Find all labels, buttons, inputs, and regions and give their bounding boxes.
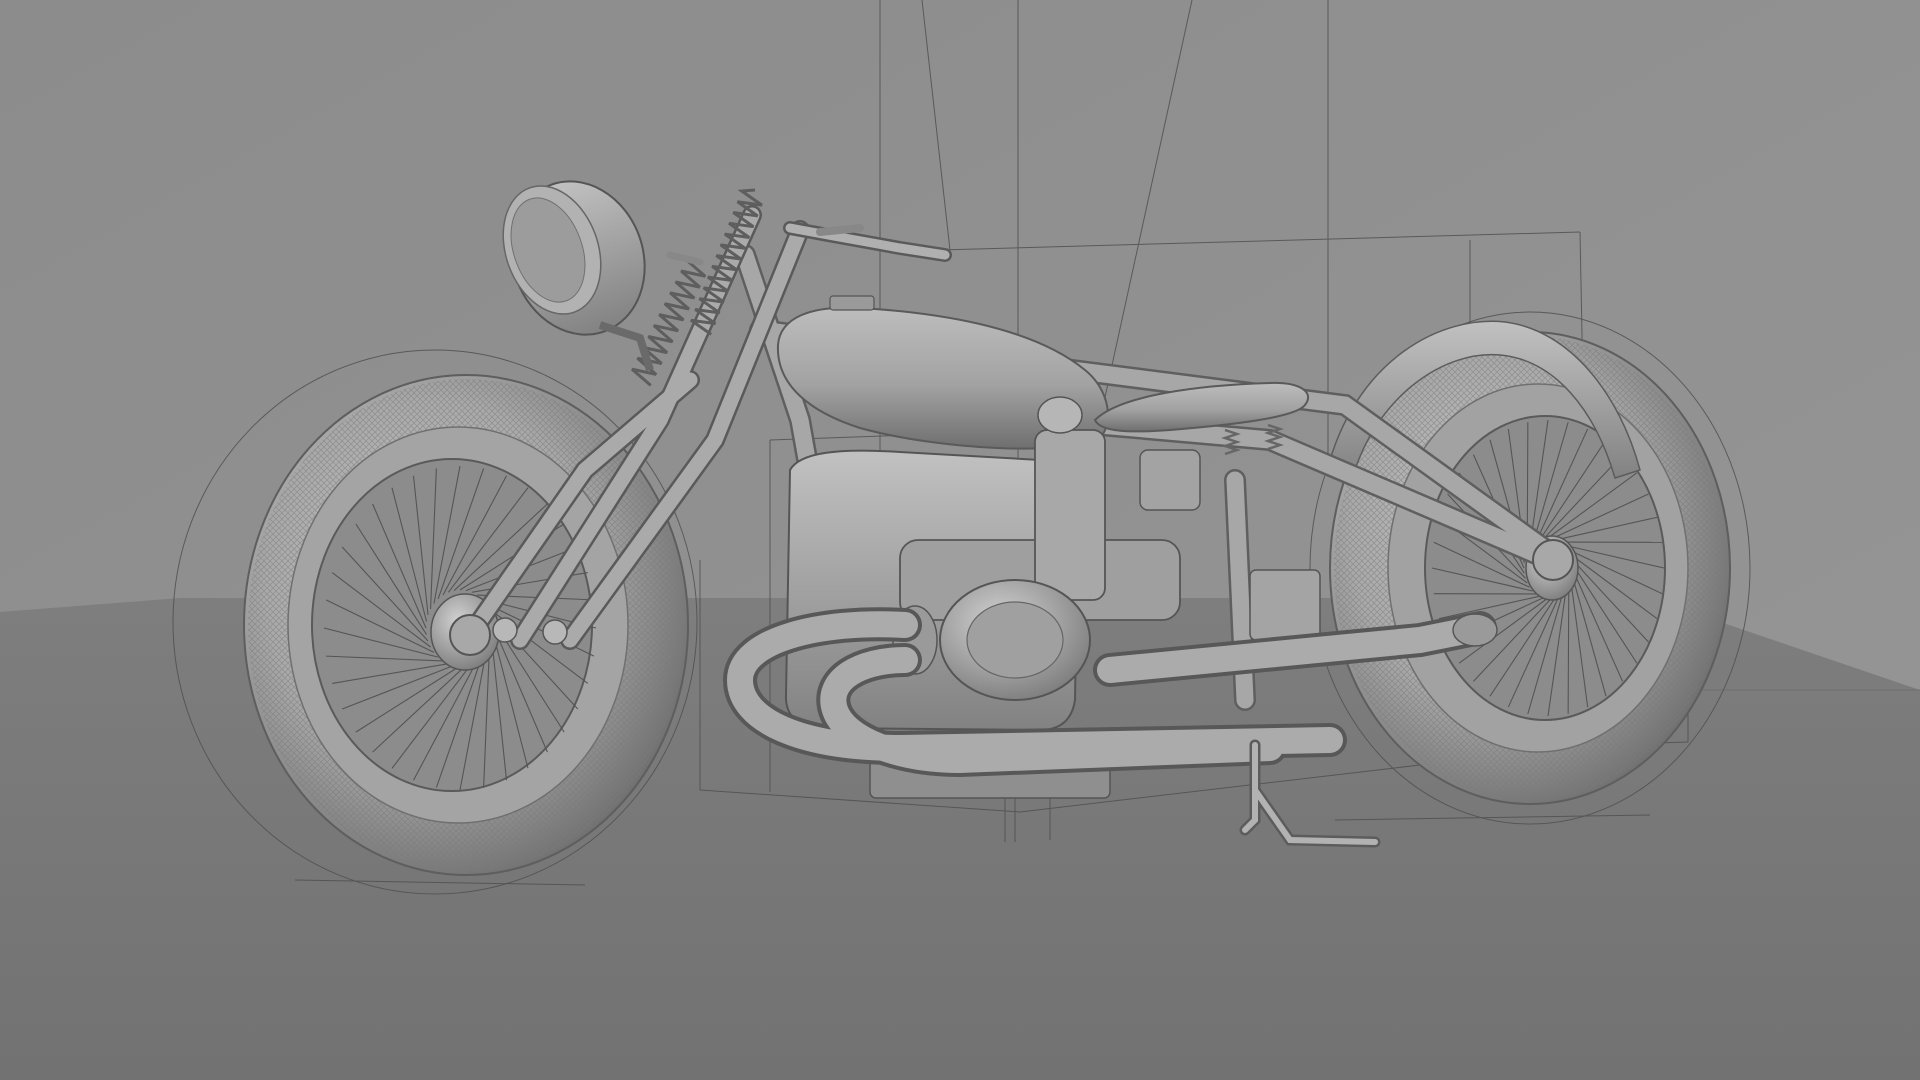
3d-viewport[interactable]: [0, 0, 1920, 1080]
fuel-cap: [829, 295, 875, 311]
spoke: [1567, 582, 1570, 714]
viewport-render[interactable]: [0, 0, 1920, 1080]
rear-axle: [1532, 539, 1574, 581]
